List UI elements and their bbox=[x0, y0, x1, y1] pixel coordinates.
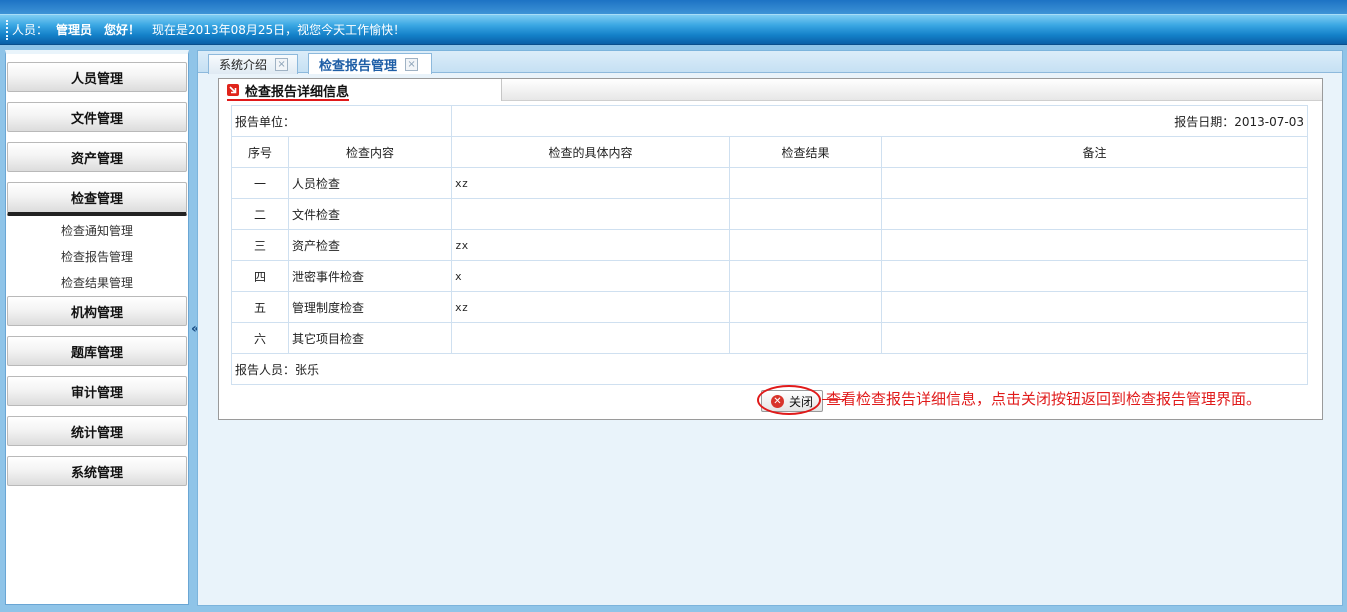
column-header: 检查内容 bbox=[288, 136, 452, 168]
top-banner bbox=[0, 0, 1347, 14]
row-note bbox=[881, 198, 1308, 230]
menu-label: 资产管理 bbox=[70, 151, 123, 167]
menu-inspection[interactable]: 检查管理 bbox=[7, 182, 187, 216]
greeting: 您好！ bbox=[104, 23, 141, 37]
menu-label: 统计管理 bbox=[70, 425, 123, 441]
reporter-label: 报告人员： bbox=[235, 362, 296, 377]
row-item: 泄密事件检查 bbox=[288, 260, 452, 292]
table-row: 六 其它项目检查 bbox=[231, 322, 1308, 354]
row-item: 管理制度检查 bbox=[288, 291, 452, 323]
tab-strip: 系统介绍 × 检查报告管理 × bbox=[198, 51, 1342, 74]
grip-icon bbox=[6, 19, 8, 40]
content-area: 系统介绍 × 检查报告管理 × 检查报告详细信息 报告单位： 报告日期：2013 bbox=[197, 50, 1343, 606]
column-header: 备注 bbox=[881, 136, 1308, 168]
highlight-oval bbox=[757, 385, 821, 415]
row-result bbox=[729, 167, 882, 199]
menu-statistics[interactable]: 统计管理 bbox=[7, 416, 187, 446]
menu-label: 检查管理 bbox=[70, 192, 123, 207]
annotation-text: 查看检查报告详细信息，点击关闭按钮返回到检查报告管理界面。 bbox=[826, 390, 1262, 408]
header-bar: 人员： 管理员 您好！ 现在是2013年08月25日，视您今天工作愉快！ bbox=[0, 14, 1347, 45]
report-date: 报告日期：2013-07-03 bbox=[451, 105, 1308, 137]
row-number: 五 bbox=[231, 291, 289, 323]
row-result bbox=[729, 322, 882, 354]
row-number: 六 bbox=[231, 322, 289, 354]
row-number: 三 bbox=[231, 229, 289, 261]
panel-header: 检查报告详细信息 bbox=[219, 79, 1322, 101]
report-detail-panel: 检查报告详细信息 报告单位： 报告日期：2013-07-03 序号 检查内容 检… bbox=[218, 78, 1323, 420]
reporter-value: 张乐 bbox=[295, 362, 320, 377]
row-result bbox=[729, 291, 882, 323]
panel-tab: 检查报告详细信息 bbox=[219, 79, 502, 101]
column-header: 序号 bbox=[231, 136, 289, 168]
menu-files[interactable]: 文件管理 bbox=[7, 102, 187, 132]
menu-label: 系统管理 bbox=[70, 465, 123, 481]
row-result bbox=[729, 198, 882, 230]
menu-system[interactable]: 系统管理 bbox=[7, 456, 187, 486]
tab-label: 系统介绍 bbox=[219, 58, 268, 72]
row-item: 人员检查 bbox=[288, 167, 452, 199]
row-item: 资产检查 bbox=[288, 229, 452, 261]
sidebar: 人员管理 文件管理 资产管理 检查管理 检查通知管理 检查报告管理 检查结果管理… bbox=[5, 50, 189, 605]
table-row: 报告单位： 报告日期：2013-07-03 bbox=[231, 105, 1308, 137]
user-name: 管理员 bbox=[56, 23, 93, 37]
menu-audit[interactable]: 审计管理 bbox=[7, 376, 187, 406]
row-result bbox=[729, 260, 882, 292]
title-underline bbox=[227, 99, 349, 101]
submenu-inspection-result[interactable]: 检查结果管理 bbox=[6, 273, 188, 293]
menu-label: 人员管理 bbox=[70, 71, 123, 87]
close-tab-icon[interactable]: × bbox=[275, 58, 289, 71]
table-header-row: 序号 检查内容 检查的具体内容 检查结果 备注 bbox=[231, 136, 1308, 168]
table-row: 一 人员检查 xz bbox=[231, 167, 1308, 199]
status-message: 现在是2013年08月25日，视您今天工作愉快！ bbox=[152, 23, 406, 37]
row-number: 二 bbox=[231, 198, 289, 230]
tab-label: 检查报告管理 bbox=[319, 58, 398, 74]
table-row: 三 资产检查 zx bbox=[231, 229, 1308, 261]
table-row: 四 泄密事件检查 x bbox=[231, 260, 1308, 292]
row-detail: xz bbox=[451, 291, 730, 323]
menu-question-bank[interactable]: 题库管理 bbox=[7, 336, 187, 366]
close-tab-icon[interactable]: × bbox=[405, 57, 419, 71]
menu-label: 文件管理 bbox=[70, 111, 123, 127]
menu-assets[interactable]: 资产管理 bbox=[7, 142, 187, 172]
unit-label: 报告单位： bbox=[231, 105, 452, 137]
date-label: 报告日期： bbox=[1174, 114, 1235, 129]
row-note bbox=[881, 167, 1308, 199]
tab-inspection-report[interactable]: 检查报告管理 × bbox=[308, 53, 432, 74]
arrow-down-right-icon bbox=[227, 84, 239, 96]
tab-system-intro[interactable]: 系统介绍 × bbox=[208, 54, 298, 74]
menu-organization[interactable]: 机构管理 bbox=[7, 296, 187, 326]
submenu-inspection-notice[interactable]: 检查通知管理 bbox=[6, 221, 188, 241]
row-detail: zx bbox=[451, 229, 730, 261]
row-number: 一 bbox=[231, 167, 289, 199]
row-item: 文件检查 bbox=[288, 198, 452, 230]
table-row: 报告人员：张乐 bbox=[231, 353, 1308, 385]
column-header: 检查的具体内容 bbox=[451, 136, 730, 168]
date-value: 2013-07-03 bbox=[1234, 114, 1304, 129]
reporter: 报告人员：张乐 bbox=[231, 353, 1308, 385]
table-row: 二 文件检查 bbox=[231, 198, 1308, 230]
menu-personnel[interactable]: 人员管理 bbox=[7, 62, 187, 92]
row-note bbox=[881, 260, 1308, 292]
column-header: 检查结果 bbox=[729, 136, 882, 168]
row-note bbox=[881, 291, 1308, 323]
row-detail bbox=[451, 322, 730, 354]
panel-title: 检查报告详细信息 bbox=[245, 84, 350, 100]
row-note bbox=[881, 322, 1308, 354]
table-row: 五 管理制度检查 xz bbox=[231, 291, 1308, 323]
row-detail: x bbox=[451, 260, 730, 292]
row-number: 四 bbox=[231, 260, 289, 292]
report-table: 报告单位： 报告日期：2013-07-03 序号 检查内容 检查的具体内容 检查… bbox=[231, 105, 1308, 385]
row-note bbox=[881, 229, 1308, 261]
row-item: 其它项目检查 bbox=[288, 322, 452, 354]
person-label: 人员： bbox=[12, 23, 49, 37]
row-detail: xz bbox=[451, 167, 730, 199]
menu-label: 题库管理 bbox=[70, 345, 123, 361]
menu-label: 机构管理 bbox=[70, 305, 123, 321]
submenu-inspection-report[interactable]: 检查报告管理 bbox=[6, 247, 188, 267]
menu-label: 审计管理 bbox=[70, 385, 123, 401]
row-result bbox=[729, 229, 882, 261]
row-detail bbox=[451, 198, 730, 230]
